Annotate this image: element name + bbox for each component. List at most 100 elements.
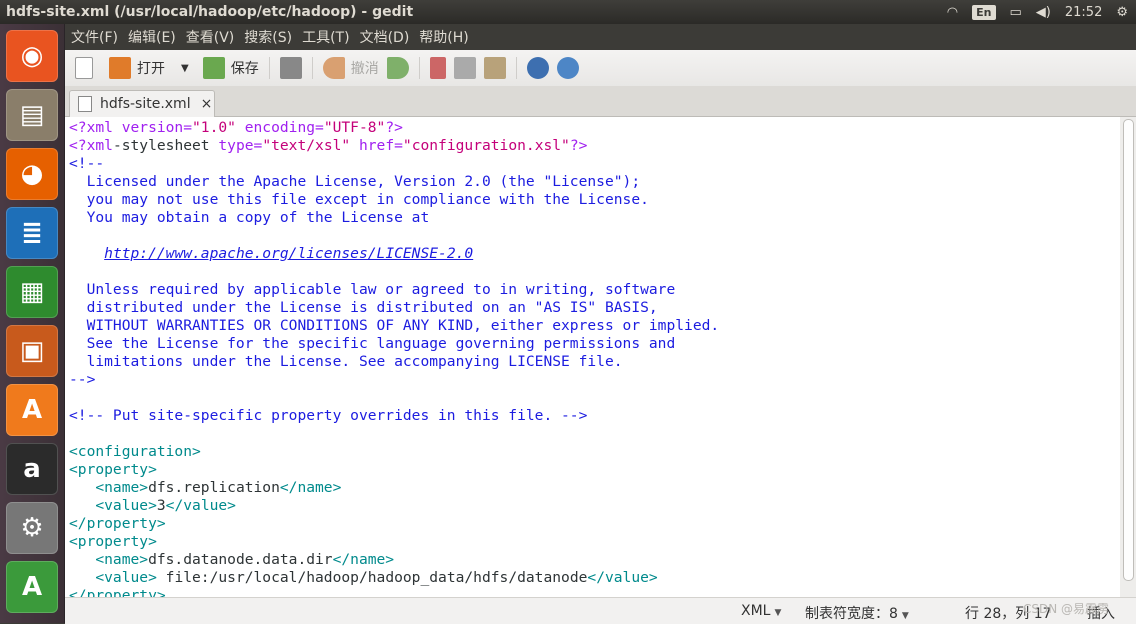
code-token: Unless required by applicable law or agr… bbox=[69, 281, 676, 298]
battery-icon[interactable]: ▭ bbox=[1010, 5, 1022, 20]
copy-button[interactable] bbox=[450, 53, 480, 83]
code-line: <value>3</value> bbox=[69, 497, 1120, 515]
code-line: You may obtain a copy of the License at bbox=[69, 209, 1120, 227]
code-token: limitations under the License. See accom… bbox=[69, 353, 623, 370]
tab-label: hdfs-site.xml bbox=[100, 96, 191, 112]
launcher-glyph: A bbox=[21, 572, 43, 602]
code-token: You may obtain a copy of the License at bbox=[69, 209, 430, 226]
magnifier-icon bbox=[526, 57, 549, 79]
code-line: <value> file:/usr/local/hadoop/hadoop_da… bbox=[69, 569, 1120, 587]
impress-icon[interactable]: ▣ bbox=[6, 325, 58, 377]
print-button[interactable] bbox=[276, 53, 306, 83]
clock[interactable]: 21:52 bbox=[1065, 5, 1102, 20]
chevron-down-icon: ▼ bbox=[901, 611, 909, 621]
code-token[interactable]: http://www.apache.org/licenses/LICENSE-2… bbox=[104, 245, 473, 262]
redo-button[interactable] bbox=[383, 53, 413, 83]
settings-icon[interactable]: ⚙ bbox=[6, 502, 58, 554]
code-token: "configuration.xsl" bbox=[402, 137, 570, 154]
save-button[interactable]: 保存 bbox=[199, 53, 263, 83]
new-document-icon bbox=[75, 57, 93, 79]
code-line: <!-- bbox=[69, 155, 1120, 173]
menu-item[interactable]: 文档(D) bbox=[356, 27, 414, 47]
launcher-glyph: ▤ bbox=[19, 100, 45, 130]
writer-icon[interactable]: ≣ bbox=[6, 207, 58, 259]
code-token: dfs.replication bbox=[148, 479, 280, 496]
find-button[interactable] bbox=[523, 53, 553, 83]
undo-arrow-icon bbox=[322, 57, 345, 79]
code-token: -stylesheet bbox=[112, 137, 219, 154]
code-token: distributed under the License is distrib… bbox=[69, 299, 658, 316]
replace-button[interactable] bbox=[553, 53, 583, 83]
keyboard-language-indicator[interactable]: En bbox=[972, 4, 996, 20]
recent-files-dropdown[interactable]: ▼ bbox=[177, 53, 193, 83]
menu-item[interactable]: 工具(T) bbox=[298, 27, 353, 47]
code-token: WITHOUT WARRANTIES OR CONDITIONS OF ANY … bbox=[69, 317, 720, 334]
code-token: <name> bbox=[95, 551, 149, 568]
code-line: you may not use this file except in comp… bbox=[69, 191, 1120, 209]
code-token: <?xml version= bbox=[69, 119, 193, 136]
code-token: 3 bbox=[156, 497, 166, 514]
code-line: <property> bbox=[69, 461, 1120, 479]
code-line: Licensed under the Apache License, Versi… bbox=[69, 173, 1120, 191]
code-line: <property> bbox=[69, 533, 1120, 551]
copy-icon bbox=[453, 57, 476, 79]
menu-item[interactable]: 帮助(H) bbox=[415, 27, 472, 47]
wifi-icon[interactable]: ◠ bbox=[947, 5, 958, 20]
code-token: See the License for the specific languag… bbox=[69, 335, 676, 352]
language-selector[interactable]: XML ▼ bbox=[741, 603, 781, 619]
software-center-icon[interactable]: A bbox=[6, 384, 58, 436]
code-line: --> bbox=[69, 371, 1120, 389]
text-editor[interactable]: <?xml version="1.0" encoding="UTF-8"?> <?… bbox=[65, 117, 1120, 597]
vertical-scrollbar[interactable] bbox=[1120, 117, 1136, 597]
code-line: distributed under the License is distrib… bbox=[69, 299, 1120, 317]
tab-width-selector[interactable]: 制表符宽度：8 ▼ bbox=[805, 603, 909, 623]
chevron-down-icon: ▼ bbox=[774, 608, 782, 618]
cut-button[interactable] bbox=[426, 53, 450, 83]
code-token: "text/xsl" bbox=[262, 137, 351, 154]
code-line: <?xml-stylesheet type="text/xsl" href="c… bbox=[69, 137, 1120, 155]
open-button[interactable]: 打开 bbox=[105, 53, 169, 83]
calc-icon[interactable]: ▦ bbox=[6, 266, 58, 318]
code-line: See the License for the specific languag… bbox=[69, 335, 1120, 353]
gedit-window: 文件(F) 编辑(E) 查看(V) 搜索(S) 工具(T) 文档(D) 帮助(H) 打开 ▼… bbox=[65, 24, 1136, 624]
firefox-icon[interactable]: ◕ bbox=[6, 148, 58, 200]
menu-item[interactable]: 查看(V) bbox=[182, 27, 239, 47]
open-folder-icon bbox=[109, 57, 131, 79]
tab-hdfs-site-xml[interactable]: hdfs-site.xml × bbox=[69, 90, 215, 117]
code-token: <name> bbox=[95, 479, 149, 496]
menu-item[interactable]: 文件(F) bbox=[67, 27, 122, 47]
files-icon[interactable]: ▤ bbox=[6, 89, 58, 141]
code-token: file:/usr/local/hadoop/hadoop_data/hdfs/… bbox=[156, 569, 588, 586]
code-token: </name> bbox=[332, 551, 395, 568]
new-document-button[interactable] bbox=[71, 53, 97, 83]
updater-icon[interactable]: A bbox=[6, 561, 58, 613]
code-line: WITHOUT WARRANTIES OR CONDITIONS OF ANY … bbox=[69, 317, 1120, 335]
ubuntu-dash-icon[interactable]: ◉ bbox=[6, 30, 58, 82]
launcher-glyph: A bbox=[21, 395, 43, 425]
amazon-icon[interactable]: a bbox=[6, 443, 58, 495]
find-replace-icon bbox=[556, 57, 579, 79]
volume-icon[interactable]: ◀) bbox=[1036, 5, 1051, 20]
code-line: </property> bbox=[69, 587, 1120, 597]
code-token: <property> bbox=[69, 533, 157, 550]
code-token: dfs.datanode.data.dir bbox=[148, 551, 333, 568]
watermark: CSDN @易霹雳 bbox=[1023, 602, 1110, 616]
paste-button[interactable] bbox=[480, 53, 510, 83]
menu-item[interactable]: 编辑(E) bbox=[124, 27, 180, 47]
undo-button[interactable]: 撤消 bbox=[319, 53, 383, 83]
code-token: </name> bbox=[279, 479, 342, 496]
scrollbar-thumb[interactable] bbox=[1123, 119, 1134, 581]
system-tray: ◠ En ▭ ◀) 21:52 ⚙ bbox=[947, 0, 1128, 24]
menu-item[interactable]: 搜索(S) bbox=[240, 27, 296, 47]
gear-icon[interactable]: ⚙ bbox=[1116, 5, 1128, 20]
code-content[interactable]: <?xml version="1.0" encoding="UTF-8"?> <?… bbox=[65, 117, 1120, 597]
launcher-glyph: ◉ bbox=[20, 41, 44, 71]
code-line: <configuration> bbox=[69, 443, 1120, 461]
code-token: Licensed under the Apache License, Versi… bbox=[69, 173, 641, 190]
code-line: <?xml version="1.0" encoding="UTF-8"?> bbox=[69, 119, 1120, 137]
close-icon[interactable]: × bbox=[201, 96, 213, 112]
